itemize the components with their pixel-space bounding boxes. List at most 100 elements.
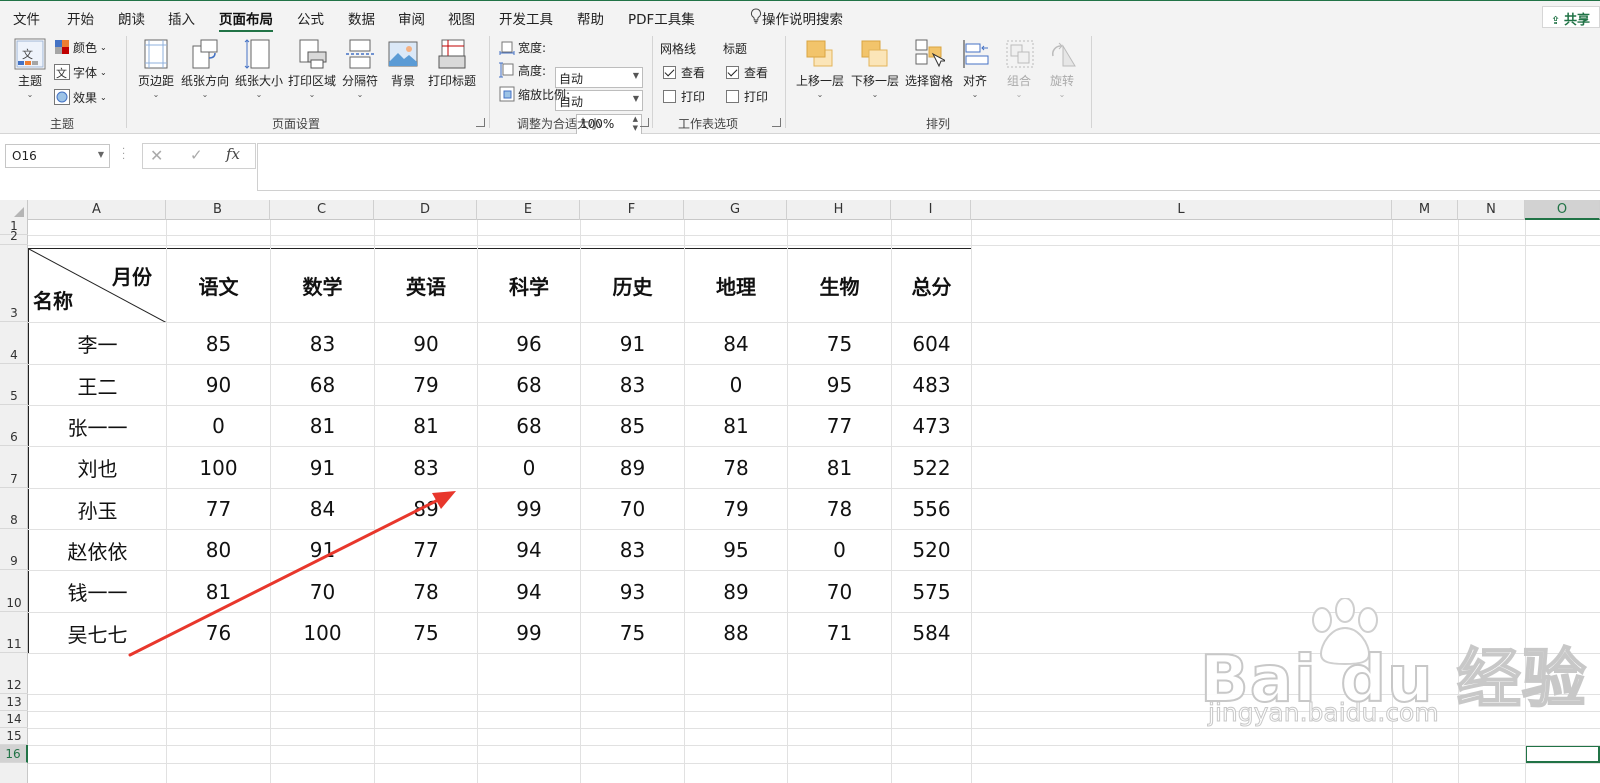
menu-insert[interactable]: 插入: [168, 8, 195, 28]
size-button[interactable]: 纸张大小 ⌄: [234, 38, 284, 108]
column-title-cell[interactable]: 生物: [787, 248, 892, 323]
score-cell[interactable]: 94: [477, 529, 581, 571]
colors-button[interactable]: 颜色 ⌄: [54, 37, 107, 57]
total-score-cell[interactable]: 473: [891, 405, 972, 447]
row-header-12[interactable]: 12: [0, 653, 28, 694]
row-header-2[interactable]: 2: [0, 229, 28, 245]
row-header-10[interactable]: 10: [0, 570, 28, 612]
column-header-o[interactable]: O: [1525, 200, 1600, 220]
page-setup-dialog-launcher[interactable]: [476, 118, 485, 127]
score-cell[interactable]: 91: [580, 322, 685, 365]
student-name-cell[interactable]: 孙玉: [28, 488, 167, 530]
resize-handle-icon[interactable]: · · ·: [122, 145, 125, 165]
total-score-cell[interactable]: 483: [891, 364, 972, 406]
column-header-g[interactable]: G: [684, 200, 787, 220]
score-cell[interactable]: 68: [270, 364, 375, 406]
menu-review[interactable]: 审阅: [398, 8, 425, 28]
student-name-cell[interactable]: 钱一一: [28, 570, 167, 613]
gridlines-view-checkbox[interactable]: 查看: [663, 64, 705, 81]
score-cell[interactable]: 81: [787, 446, 892, 489]
total-score-cell[interactable]: 522: [891, 446, 972, 489]
formula-input[interactable]: [257, 143, 1600, 191]
score-cell[interactable]: 96: [477, 322, 581, 365]
score-cell[interactable]: 84: [684, 322, 788, 365]
scale-dialog-launcher[interactable]: [640, 118, 649, 127]
column-title-cell[interactable]: 地理: [684, 248, 788, 323]
score-cell[interactable]: 83: [374, 446, 478, 489]
column-header-e[interactable]: E: [477, 200, 580, 220]
score-cell[interactable]: 81: [166, 570, 271, 613]
score-cell[interactable]: 99: [477, 612, 581, 654]
column-header-n[interactable]: N: [1458, 200, 1525, 220]
score-cell[interactable]: 80: [166, 529, 271, 571]
score-cell[interactable]: 78: [684, 446, 788, 489]
group-button[interactable]: 组合 ⌄: [1004, 38, 1034, 108]
score-cell[interactable]: 84: [270, 488, 375, 530]
row-header-16[interactable]: 16: [0, 745, 28, 763]
insert-function-icon[interactable]: fx: [226, 145, 240, 163]
row-header-8[interactable]: 8: [0, 488, 28, 529]
row-header-9[interactable]: 9: [0, 529, 28, 570]
score-cell[interactable]: 0: [166, 405, 271, 447]
row-header-7[interactable]: 7: [0, 446, 28, 488]
print-area-button[interactable]: 打印区域 ⌄: [287, 38, 337, 108]
row-header-6[interactable]: 6: [0, 405, 28, 446]
score-cell[interactable]: 78: [787, 488, 892, 530]
score-cell[interactable]: 77: [166, 488, 271, 530]
score-cell[interactable]: 70: [580, 488, 685, 530]
score-cell[interactable]: 76: [166, 612, 271, 654]
total-score-cell[interactable]: 520: [891, 529, 972, 571]
student-name-cell[interactable]: 赵依依: [28, 529, 167, 571]
column-title-cell[interactable]: 科学: [477, 248, 581, 323]
print-titles-button[interactable]: 打印标题: [427, 38, 477, 108]
active-cell-o16[interactable]: [1525, 745, 1600, 763]
score-cell[interactable]: 68: [477, 405, 581, 447]
column-header-d[interactable]: D: [374, 200, 477, 220]
score-cell[interactable]: 99: [477, 488, 581, 530]
column-title-cell[interactable]: 英语: [374, 248, 478, 323]
row-header-4[interactable]: 4: [0, 322, 28, 364]
score-cell[interactable]: 90: [374, 322, 478, 365]
student-name-cell[interactable]: 李一: [28, 322, 167, 365]
score-cell[interactable]: 77: [787, 405, 892, 447]
tell-me-search[interactable]: 操作说明搜索: [762, 8, 843, 28]
name-box[interactable]: O16 ▼: [5, 144, 110, 168]
menu-pdf-tools[interactable]: PDF工具集: [628, 8, 695, 28]
column-title-cell[interactable]: 语文: [166, 248, 271, 323]
menu-formulas[interactable]: 公式: [297, 8, 324, 28]
share-button[interactable]: ⇪ 共享: [1542, 6, 1600, 28]
score-cell[interactable]: 79: [684, 488, 788, 530]
score-cell[interactable]: 83: [270, 322, 375, 365]
bring-forward-button[interactable]: 上移一层 ⌄: [794, 38, 846, 108]
score-cell[interactable]: 75: [580, 612, 685, 654]
total-score-cell[interactable]: 575: [891, 570, 972, 613]
score-cell[interactable]: 85: [580, 405, 685, 447]
score-cell[interactable]: 81: [270, 405, 375, 447]
row-header-15[interactable]: 15: [0, 728, 28, 745]
margins-button[interactable]: 页边距 ⌄: [135, 38, 177, 108]
score-cell[interactable]: 100: [270, 612, 375, 654]
diagonal-header-cell[interactable]: 月份 名称: [28, 248, 167, 323]
total-score-cell[interactable]: 556: [891, 488, 972, 530]
row-header-5[interactable]: 5: [0, 364, 28, 405]
score-cell[interactable]: 83: [580, 529, 685, 571]
row-header-14[interactable]: 14: [0, 711, 28, 728]
align-button[interactable]: 对齐 ⌄: [960, 38, 990, 108]
student-name-cell[interactable]: 张一一: [28, 405, 167, 447]
column-header-h[interactable]: H: [787, 200, 891, 220]
menu-developer[interactable]: 开发工具: [499, 8, 553, 28]
menu-read-aloud[interactable]: 朗读: [118, 8, 145, 28]
fonts-button[interactable]: 文 字体 ⌄: [54, 62, 107, 82]
score-cell[interactable]: 70: [270, 570, 375, 613]
score-cell[interactable]: 94: [477, 570, 581, 613]
total-score-cell[interactable]: 584: [891, 612, 972, 654]
breaks-button[interactable]: 分隔符 ⌄: [341, 38, 379, 108]
column-title-cell[interactable]: 历史: [580, 248, 685, 323]
total-score-cell[interactable]: 604: [891, 322, 972, 365]
score-cell[interactable]: 90: [166, 364, 271, 406]
sheet-options-dialog-launcher[interactable]: [772, 118, 781, 127]
score-cell[interactable]: 71: [787, 612, 892, 654]
score-cell[interactable]: 95: [787, 364, 892, 406]
themes-button[interactable]: 文 主题 ⌄: [12, 38, 48, 108]
score-cell[interactable]: 0: [787, 529, 892, 571]
